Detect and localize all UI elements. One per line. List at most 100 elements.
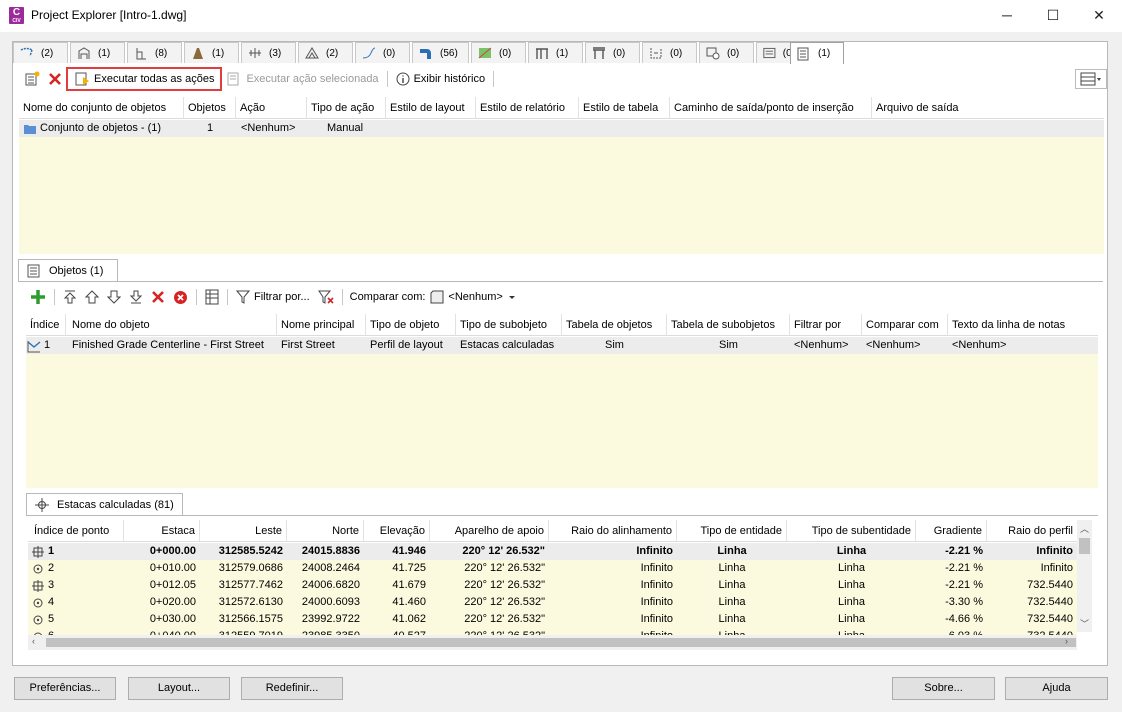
scroll-thumb[interactable] xyxy=(46,638,1076,647)
horizontal-scrollbar[interactable]: ‹ › xyxy=(28,635,1077,650)
tab-structures[interactable]: (1) xyxy=(70,42,125,63)
table-row[interactable]: 1 Finished Grade Centerline - First Stre… xyxy=(26,337,1098,354)
column-header[interactable]: Índice de ponto xyxy=(28,520,124,541)
column-header[interactable]: Tipo de subobjeto xyxy=(456,314,562,336)
tab-bridge-decks[interactable]: (0) xyxy=(585,42,640,63)
remove-object-button[interactable] xyxy=(147,286,169,308)
tab-corridors[interactable]: (1) xyxy=(184,42,239,63)
column-header[interactable]: Texto da linha de notas xyxy=(948,314,1098,336)
show-history-button[interactable]: Exibir histórico xyxy=(392,68,490,90)
tab-alignments[interactable]: (2) xyxy=(13,42,68,63)
entity-type-cell: Linha xyxy=(718,562,746,574)
action-type-cell[interactable]: Manual xyxy=(307,120,386,137)
subobject-table-cell[interactable]: Sim xyxy=(667,337,790,354)
table-row[interactable]: 4 0+020.00 312572.6130 24000.6093 41.460 220°… xyxy=(28,594,1077,611)
clear-filter-button[interactable] xyxy=(314,286,338,308)
elevation-cell: 41.460 xyxy=(392,596,426,608)
tab-pipes[interactable]: (56) xyxy=(412,42,469,63)
layout-button[interactable]: Layout... xyxy=(128,677,230,700)
tab-parcels[interactable]: (0) xyxy=(471,42,526,63)
layout-menu-button[interactable] xyxy=(1075,69,1107,89)
column-header[interactable]: Estaca xyxy=(124,520,200,541)
filter-cell[interactable]: <Nenhum> xyxy=(790,337,862,354)
vertical-scrollbar[interactable]: ︿ ﹀ xyxy=(1077,520,1092,632)
column-header[interactable]: Raio do alinhamento xyxy=(549,520,677,541)
column-header[interactable]: Tipo de ação xyxy=(307,97,386,119)
new-object-set-button[interactable] xyxy=(20,68,44,90)
move-to-top-button[interactable] xyxy=(59,286,81,308)
run-all-actions-button[interactable]: Executar todas as ações xyxy=(66,67,223,91)
close-button[interactable]: ✕ xyxy=(1076,0,1122,32)
help-button[interactable]: Ajuda xyxy=(1005,677,1108,700)
column-header[interactable]: Estilo de tabela xyxy=(579,97,670,119)
column-header[interactable]: Nome do objeto xyxy=(66,314,277,336)
tab-objects[interactable]: Objetos (1) xyxy=(18,259,118,281)
table-row[interactable]: 60+040.00312559.701923985.335040.527220°… xyxy=(28,628,1077,635)
move-to-bottom-button[interactable] xyxy=(125,286,147,308)
column-header[interactable]: Raio do perfil xyxy=(987,520,1077,541)
column-header[interactable]: Nome principal xyxy=(277,314,366,336)
tab-views[interactable]: (0) xyxy=(699,42,754,63)
maximize-button[interactable]: ☐ xyxy=(1030,0,1076,32)
column-header[interactable]: Norte xyxy=(287,520,364,541)
table-row[interactable]: 3 0+012.05 312577.7462 24006.6820 41.679 220°… xyxy=(28,577,1077,594)
table-row[interactable]: 1 0+000.00 312585.5242 24015.8836 41.946 220°… xyxy=(28,543,1077,560)
column-header[interactable]: Filtrar por xyxy=(790,314,862,336)
column-header[interactable]: Estilo de layout xyxy=(386,97,476,119)
column-header[interactable]: Objetos xyxy=(184,97,236,119)
scroll-thumb[interactable] xyxy=(1079,538,1090,554)
note-cell[interactable]: <Nenhum> xyxy=(948,337,1098,354)
preferences-button[interactable]: Preferências... xyxy=(14,677,116,700)
scroll-left-arrow[interactable]: ‹ xyxy=(32,636,35,646)
tab-profiles[interactable]: (8) xyxy=(127,42,182,63)
column-header[interactable]: Tipo de subentidade xyxy=(787,520,916,541)
entity-type-cell: Linha xyxy=(717,545,747,557)
column-header[interactable]: Leste xyxy=(200,520,287,541)
tab-assemblies[interactable]: (3) xyxy=(241,42,296,63)
scroll-down-arrow[interactable]: ﹀ xyxy=(1080,617,1089,630)
column-header[interactable]: Comparar com xyxy=(862,314,948,336)
tab-computed-stations[interactable]: Estacas calculadas (81) xyxy=(26,493,183,515)
column-header[interactable]: Tabela de subobjetos xyxy=(667,314,790,336)
column-header[interactable]: Tipo de objeto xyxy=(366,314,456,336)
object-set-icon xyxy=(797,47,809,60)
column-header[interactable]: Elevação xyxy=(364,520,430,541)
compare-dropdown[interactable]: <Nenhum> xyxy=(428,286,518,308)
subobject-type-cell[interactable]: Estacas calculadas xyxy=(456,337,562,354)
column-header[interactable]: Arquivo de saída xyxy=(872,97,1100,119)
about-button[interactable]: Sobre... xyxy=(892,677,995,700)
column-header[interactable]: Índice xyxy=(26,314,66,336)
run-selected-action-button[interactable]: Executar ação selecionada xyxy=(222,68,382,90)
delete-object-set-button[interactable] xyxy=(44,68,66,90)
table-row[interactable]: 5 0+030.00 312566.1575 23992.9722 41.062 220°… xyxy=(28,611,1077,628)
column-header[interactable]: Nome do conjunto de objetos xyxy=(19,97,184,119)
column-header[interactable]: Aparelho de apoio xyxy=(430,520,549,541)
scroll-right-arrow[interactable]: › xyxy=(1065,636,1068,646)
column-header[interactable]: Ação xyxy=(236,97,307,119)
column-header[interactable]: Tipo de entidade xyxy=(677,520,787,541)
scroll-up-arrow[interactable]: ︿ xyxy=(1080,522,1089,535)
action-cell[interactable]: <Nenhum> xyxy=(236,120,307,137)
move-down-button[interactable] xyxy=(103,286,125,308)
table-settings-button[interactable] xyxy=(201,286,223,308)
column-header[interactable]: Gradiente xyxy=(916,520,987,541)
table-row[interactable]: Conjunto de objetos - (1) 1 <Nenhum> Man… xyxy=(19,120,1104,137)
table-row[interactable]: 2 0+010.00 312579.0686 24008.2464 41.725 220°… xyxy=(28,560,1077,577)
column-header[interactable]: Caminho de saída/ponto de inserção xyxy=(670,97,872,119)
filter-button[interactable]: Filtrar por... xyxy=(232,286,314,308)
remove-all-button[interactable] xyxy=(169,286,192,308)
column-header[interactable]: Estilo de relatório xyxy=(476,97,579,119)
reset-button[interactable]: Redefinir... xyxy=(241,677,343,700)
tab-bridges[interactable]: (1) xyxy=(528,42,583,63)
add-object-button[interactable] xyxy=(26,286,50,308)
run-selected-icon xyxy=(227,72,239,86)
tab-feature-lines[interactable]: (0) xyxy=(355,42,410,63)
compare-cell[interactable]: <Nenhum> xyxy=(862,337,948,354)
tab-object-sets[interactable]: (1) xyxy=(790,42,844,64)
minimize-button[interactable]: ─ xyxy=(984,0,1030,32)
column-header[interactable]: Tabela de objetos xyxy=(562,314,667,336)
tab-surfaces[interactable]: (2) xyxy=(298,42,353,63)
tab-sections[interactable]: (0) xyxy=(642,42,697,63)
object-table-cell[interactable]: Sim xyxy=(562,337,667,354)
move-up-button[interactable] xyxy=(81,286,103,308)
